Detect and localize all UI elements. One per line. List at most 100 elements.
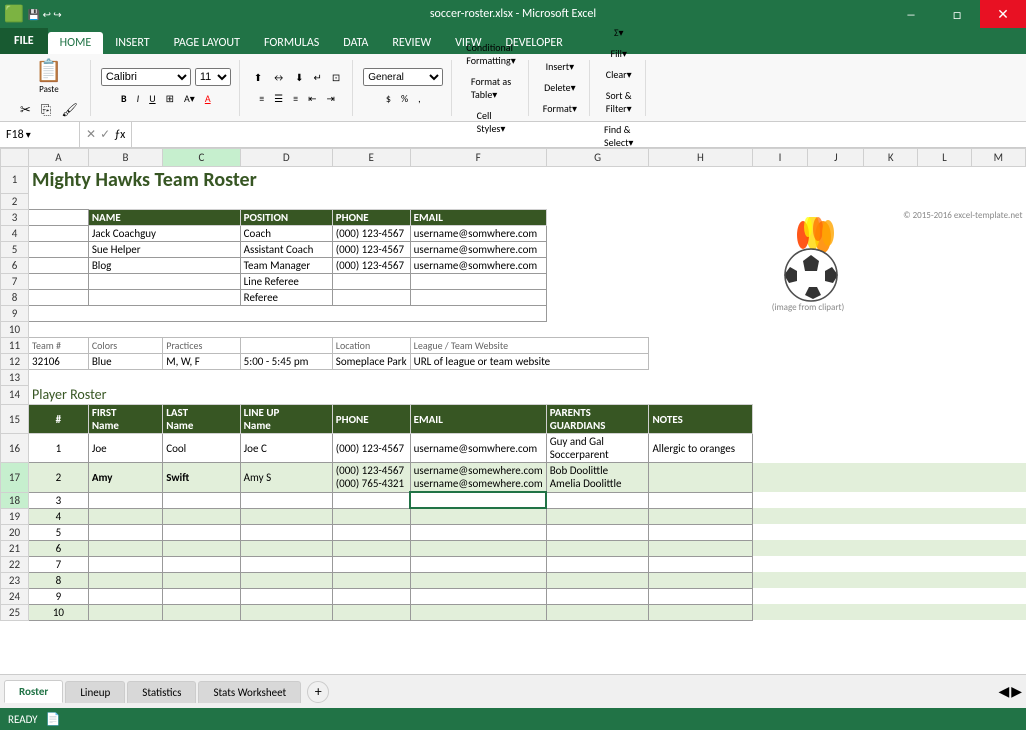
dropdown-arrow[interactable]: ▾ (26, 128, 31, 141)
player-parents-2[interactable]: Bob DoolittleAmelia Doolittle (546, 463, 649, 493)
player-phone-3[interactable] (332, 492, 410, 508)
team-val-colors[interactable]: Blue (88, 353, 162, 369)
underline-btn[interactable]: U (145, 90, 159, 107)
staff-pos-1[interactable]: Coach (240, 225, 332, 241)
add-sheet-btn[interactable]: + (307, 681, 329, 703)
sort-filter-btn[interactable]: Sort &Filter▾ (602, 87, 636, 117)
player-lineup-7[interactable] (240, 556, 332, 572)
player-notes-3[interactable] (649, 492, 752, 508)
cell-styles-btn[interactable]: CellStyles▾ (473, 107, 510, 137)
spreadsheet[interactable]: A B C D E F G H I J K L M 1 (0, 148, 1026, 696)
staff-pos-2[interactable]: Assistant Coach (240, 241, 332, 257)
player-lineup-5[interactable] (240, 524, 332, 540)
player-email-3-selected[interactable] (410, 492, 546, 508)
player-first-3[interactable] (88, 492, 162, 508)
review-tab[interactable]: REVIEW (380, 32, 443, 54)
player-phone-1[interactable]: (000) 123-4567 (332, 434, 410, 463)
align-middle-btn[interactable]: ↔ (268, 69, 289, 86)
italic-btn[interactable]: I (133, 90, 144, 107)
col-header-h[interactable]: H (649, 149, 752, 167)
player-parents-9[interactable] (546, 588, 649, 604)
player-first-10[interactable] (88, 604, 162, 620)
cut-btn[interactable]: ✂ (16, 101, 35, 120)
player-num-4[interactable]: 4 (29, 508, 89, 524)
player-first-2[interactable]: Amy (88, 463, 162, 493)
player-phone-5[interactable] (332, 524, 410, 540)
player-last-7[interactable] (163, 556, 240, 572)
player-email-2[interactable]: username@somewhere.comusername@somewhere… (410, 463, 546, 493)
staff-phone-4[interactable] (332, 273, 410, 289)
player-first-4[interactable] (88, 508, 162, 524)
comma-btn[interactable]: , (414, 90, 425, 107)
player-phone-6[interactable] (332, 540, 410, 556)
indent-inc-btn[interactable]: ⇥ (323, 90, 339, 107)
number-format-selector[interactable]: General (363, 68, 443, 86)
percent-btn[interactable]: % (397, 90, 412, 107)
insert-tab[interactable]: INSERT (103, 32, 161, 54)
team-val-time[interactable]: 5:00 - 5:45 pm (240, 353, 332, 369)
format-cells-btn[interactable]: Format▾ (539, 100, 581, 117)
align-bottom-btn[interactable]: ⬇ (291, 69, 307, 86)
player-lineup-4[interactable] (240, 508, 332, 524)
page-layout-tab[interactable]: PAGE LAYOUT (162, 32, 252, 54)
insert-cells-btn[interactable]: Insert▾ (542, 58, 579, 75)
formulas-tab[interactable]: FORMULAS (252, 32, 331, 54)
col-header-i[interactable]: I (752, 149, 808, 167)
delete-cells-btn[interactable]: Delete▾ (540, 79, 580, 96)
staff-pos-3[interactable]: Team Manager (240, 257, 332, 273)
player-parents-1[interactable]: Guy and GalSoccerparent (546, 434, 649, 463)
sheet-tab-lineup[interactable]: Lineup (65, 681, 125, 703)
player-first-6[interactable] (88, 540, 162, 556)
title-cell[interactable]: Mighty Hawks Team Roster (29, 167, 649, 194)
col-header-m[interactable]: M (971, 149, 1025, 167)
player-last-8[interactable] (163, 572, 240, 588)
player-first-1[interactable]: Joe (88, 434, 162, 463)
minimize-btn[interactable]: ─ (888, 0, 934, 28)
player-parents-5[interactable] (546, 524, 649, 540)
staff-phone-3[interactable]: (000) 123-4567 (332, 257, 410, 273)
player-email-5[interactable] (410, 524, 546, 540)
align-left-btn[interactable]: ≡ (255, 90, 268, 107)
format-painter-btn[interactable]: 🖌 (57, 101, 82, 120)
player-notes-8[interactable] (649, 572, 752, 588)
team-val-location[interactable]: Someplace Park (332, 353, 410, 369)
player-num-1[interactable]: 1 (29, 434, 89, 463)
fill-color-btn[interactable]: A▾ (180, 90, 199, 107)
player-notes-10[interactable] (649, 604, 752, 620)
player-num-10[interactable]: 10 (29, 604, 89, 620)
player-num-5[interactable]: 5 (29, 524, 89, 540)
player-parents-3[interactable] (546, 492, 649, 508)
staff-name-5[interactable] (88, 289, 240, 305)
player-num-2[interactable]: 2 (29, 463, 89, 493)
player-lineup-2[interactable]: Amy S (240, 463, 332, 493)
data-tab[interactable]: DATA (331, 32, 380, 54)
scroll-right-btn[interactable]: ▶ (1011, 683, 1022, 700)
staff-email-1[interactable]: username@somwhere.com (410, 225, 546, 241)
player-last-5[interactable] (163, 524, 240, 540)
cancel-formula-icon[interactable]: ✕ (86, 127, 96, 142)
col-header-j[interactable]: J (808, 149, 864, 167)
sheet-tab-roster[interactable]: Roster (4, 680, 63, 703)
team-val-num[interactable]: 32106 (29, 353, 89, 369)
align-center-btn[interactable]: ☰ (270, 90, 287, 107)
player-lineup-3[interactable] (240, 492, 332, 508)
align-top-btn[interactable]: ⬆ (250, 69, 266, 86)
close-btn[interactable]: ✕ (980, 0, 1026, 28)
player-lineup-10[interactable] (240, 604, 332, 620)
player-notes-6[interactable] (649, 540, 752, 556)
player-email-9[interactable] (410, 588, 546, 604)
player-email-7[interactable] (410, 556, 546, 572)
player-parents-4[interactable] (546, 508, 649, 524)
sheet-tab-stats-worksheet[interactable]: Stats Worksheet (198, 681, 301, 703)
player-first-5[interactable] (88, 524, 162, 540)
player-num-8[interactable]: 8 (29, 572, 89, 588)
player-email-6[interactable] (410, 540, 546, 556)
player-email-1[interactable]: username@somwhere.com (410, 434, 546, 463)
font-size-selector[interactable]: 11 (195, 68, 231, 86)
currency-btn[interactable]: $ (382, 90, 395, 107)
staff-email-5[interactable] (410, 289, 546, 305)
player-num-3[interactable]: 3 (29, 492, 89, 508)
player-parents-6[interactable] (546, 540, 649, 556)
player-parents-7[interactable] (546, 556, 649, 572)
staff-phone-2[interactable]: (000) 123-4567 (332, 241, 410, 257)
